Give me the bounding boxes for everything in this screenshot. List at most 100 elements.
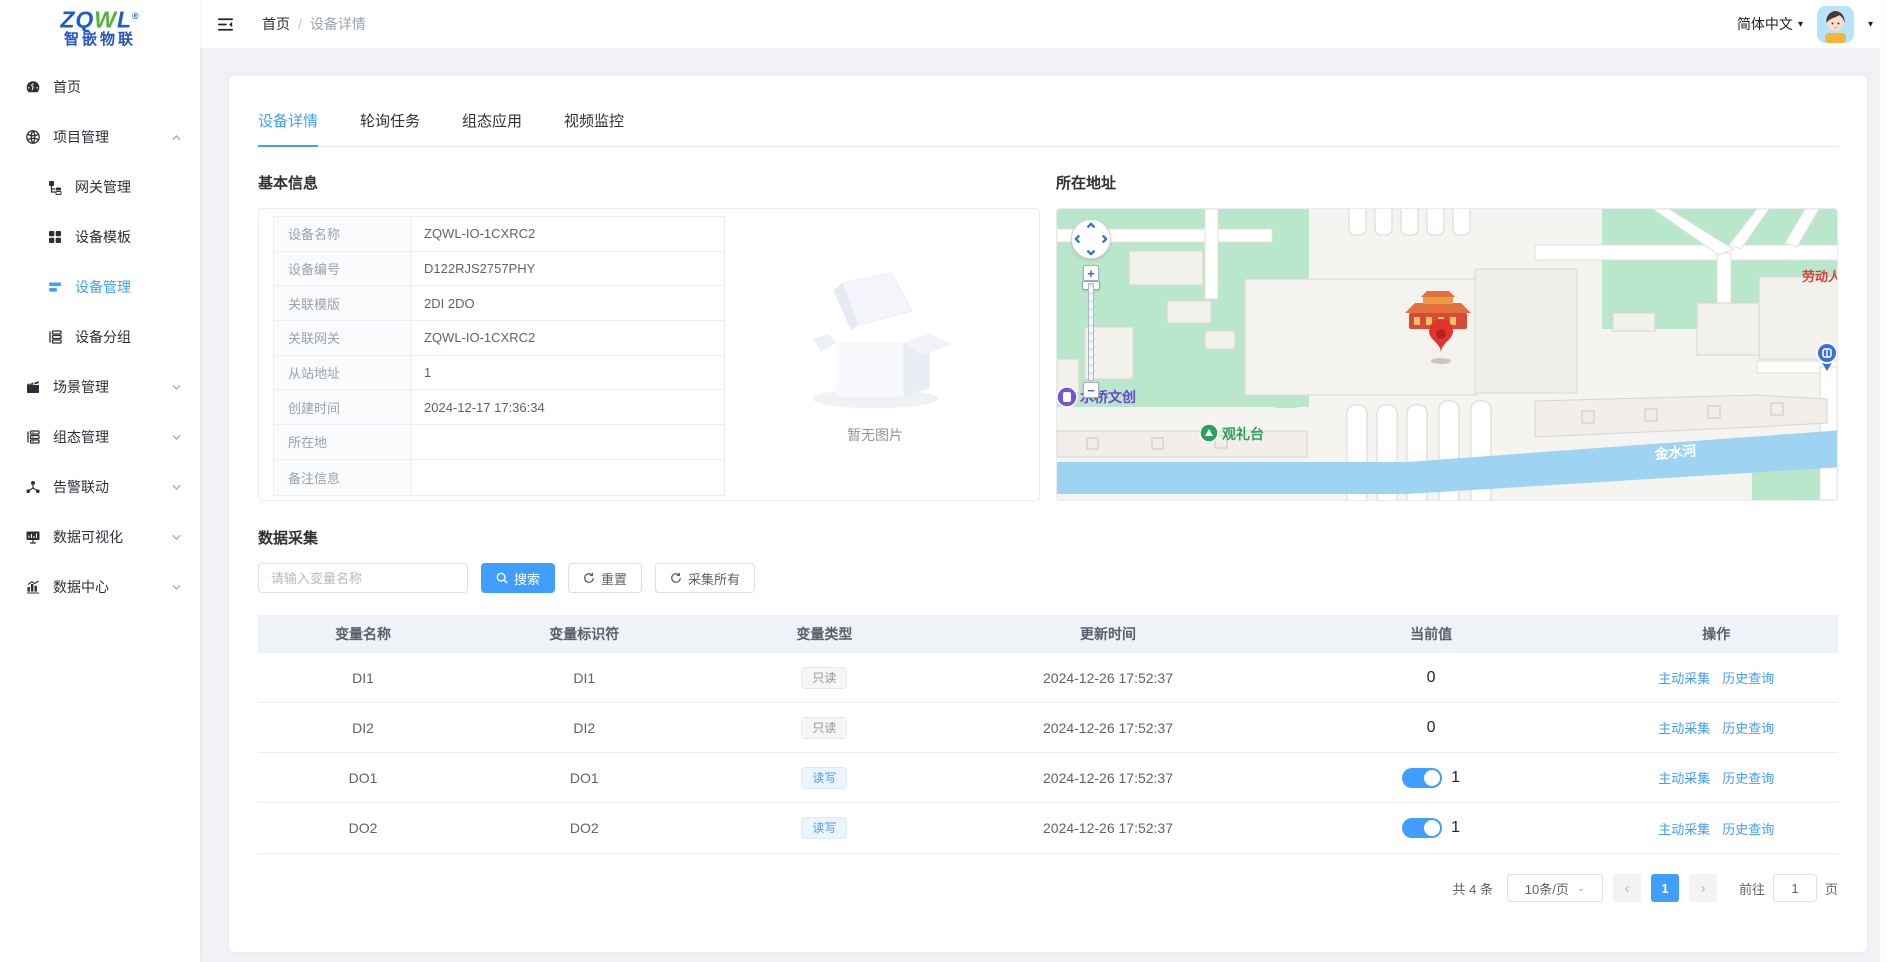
info-value: ZQWL-IO-1CXRC2 [412,217,724,251]
hmi-icon [24,429,41,446]
sidebar-item-告警联动[interactable]: 告警联动 [0,462,200,512]
caret-down-icon[interactable]: ▾ [1868,19,1873,30]
breadcrumb-current: 设备详情 [310,14,366,34]
language-label: 简体中文 [1737,14,1793,34]
table-header-cell: 操作 [1595,624,1838,644]
map[interactable]: 金水河 [1056,208,1838,501]
info-value: 2024-12-17 17:36:34 [412,390,724,424]
variable-type-cell: 只读 [700,717,948,739]
sidebar-item-label: 数据中心 [53,577,109,597]
action-link-history[interactable]: 历史查询 [1722,822,1774,837]
current-value-cell: 1 [1268,768,1595,788]
tab-视频监控[interactable]: 视频监控 [564,110,624,146]
tab-设备详情[interactable]: 设备详情 [258,110,318,146]
action-link-collect[interactable]: 主动采集 [1658,822,1710,837]
action-link-collect[interactable]: 主动采集 [1658,671,1710,686]
variable-id-cell: DO1 [468,770,700,786]
page-size-select[interactable]: 10条/页 ⌄ [1507,874,1603,902]
language-selector[interactable]: 简体中文 ▾ [1737,14,1803,34]
detail-card: 设备详情轮询任务组态应用视频监控 基本信息 设备名称ZQWL-IO-1CXRC2… [228,75,1868,953]
info-row: 设备名称ZQWL-IO-1CXRC2 [274,217,724,252]
chevron-up-icon [171,132,182,143]
info-row: 关联网关ZQWL-IO-1CXRC2 [274,321,724,356]
map-zoom-out-button[interactable]: − [1083,382,1099,398]
info-row: 创建时间2024-12-17 17:36:34 [274,390,724,425]
map-zoom-slider-track[interactable] [1088,283,1094,381]
variable-search-input[interactable] [258,563,468,593]
search-icon [496,572,508,584]
current-value: 1 [1451,819,1460,837]
sidebar-item-首页[interactable]: 首页 [0,62,200,112]
variable-name-cell: DO1 [258,770,468,786]
map-label-stand: 观礼台 [1200,424,1264,442]
collect-all-button[interactable]: 采集所有 [655,563,755,593]
empty-box-illustration [788,265,963,415]
info-value: 1 [412,356,724,390]
action-link-history[interactable]: 历史查询 [1722,671,1774,686]
avatar[interactable] [1817,6,1854,43]
sidebar-item-数据中心[interactable]: 数据中心 [0,562,200,612]
tab-轮询任务[interactable]: 轮询任务 [360,110,420,146]
table-header-cell: 变量标识符 [468,624,700,644]
sidebar-fold-icon[interactable] [214,13,236,35]
info-label: 关联网关 [274,321,412,355]
current-value-cell: 1 [1268,818,1595,838]
page-unit-label: 页 [1825,879,1838,898]
value-toggle-switch[interactable] [1402,768,1442,788]
action-link-collect[interactable]: 主动采集 [1658,721,1710,736]
variable-type-badge: 只读 [801,717,847,739]
chevron-down-icon [171,482,182,493]
sidebar-item-网关管理[interactable]: 网关管理 [0,162,200,212]
scene-icon [24,379,41,396]
map-zoom-in-button[interactable]: + [1083,265,1099,281]
page-number-button[interactable]: 1 [1651,874,1679,902]
reset-button[interactable]: 重置 [568,563,642,593]
next-page-button[interactable]: › [1689,874,1717,902]
variable-id-cell: DO2 [468,820,700,836]
map-pan-control[interactable] [1071,219,1111,259]
prev-page-button[interactable]: ‹ [1613,874,1641,902]
sidebar-item-设备模板[interactable]: 设备模板 [0,212,200,262]
collection-controls: 搜索 重置 采集所有 [258,563,1838,593]
sidebar-item-label: 设备模板 [75,227,131,247]
basic-info-table: 设备名称ZQWL-IO-1CXRC2设备编号D122RJS2757PHY关联模版… [273,216,725,496]
search-button[interactable]: 搜索 [481,563,555,593]
table-body: DI1DI1只读2024-12-26 17:52:370主动采集历史查询DI2D… [258,653,1838,853]
table-row: DO1DO1读写2024-12-26 17:52:371主动采集历史查询 [258,753,1838,803]
sidebar-item-设备管理[interactable]: 设备管理 [0,262,200,312]
address-title: 所在地址 [1056,172,1838,193]
device-image-placeholder: 暂无图片 [725,216,1025,493]
current-value: 1 [1451,769,1460,787]
sidebar-item-场景管理[interactable]: 场景管理 [0,362,200,412]
topbar: 首页 / 设备详情 简体中文 ▾ ▾ [200,0,1887,48]
sidebar-item-label: 网关管理 [75,177,131,197]
info-value [412,425,724,459]
action-link-collect[interactable]: 主动采集 [1658,771,1710,786]
sidebar-item-label: 项目管理 [53,127,109,147]
sidebar-item-组态管理[interactable]: 组态管理 [0,412,200,462]
info-label: 从站地址 [274,356,412,390]
sidebar-item-设备分组[interactable]: 设备分组 [0,312,200,362]
sidebar-item-数据可视化[interactable]: 数据可视化 [0,512,200,562]
table-header-cell: 当前值 [1268,624,1595,644]
registered-mark: ® [132,11,140,21]
info-label: 关联模版 [274,286,412,320]
refresh-icon [670,572,682,584]
data-center-icon [24,579,41,596]
actions-cell: 主动采集历史查询 [1595,819,1838,838]
goto-page-input[interactable] [1773,874,1817,902]
value-toggle-switch[interactable] [1402,818,1442,838]
window-scrollbar[interactable] [1880,0,1887,962]
tab-组态应用[interactable]: 组态应用 [462,110,522,146]
template-icon [46,229,63,246]
breadcrumb: 首页 / 设备详情 [262,14,366,34]
action-link-history[interactable]: 历史查询 [1722,721,1774,736]
brand-logo[interactable]: ZQWL® 智嵌物联 [0,0,200,50]
breadcrumb-home[interactable]: 首页 [262,14,290,34]
update-time-cell: 2024-12-26 17:52:37 [948,670,1267,686]
map-canvas: 金水河 [1057,209,1838,500]
sidebar-item-项目管理[interactable]: 项目管理 [0,112,200,162]
action-link-history[interactable]: 历史查询 [1722,771,1774,786]
variables-table: 变量名称变量标识符变量类型更新时间当前值操作 DI1DI1只读2024-12-2… [258,615,1838,854]
breadcrumb-separator: / [298,16,302,32]
